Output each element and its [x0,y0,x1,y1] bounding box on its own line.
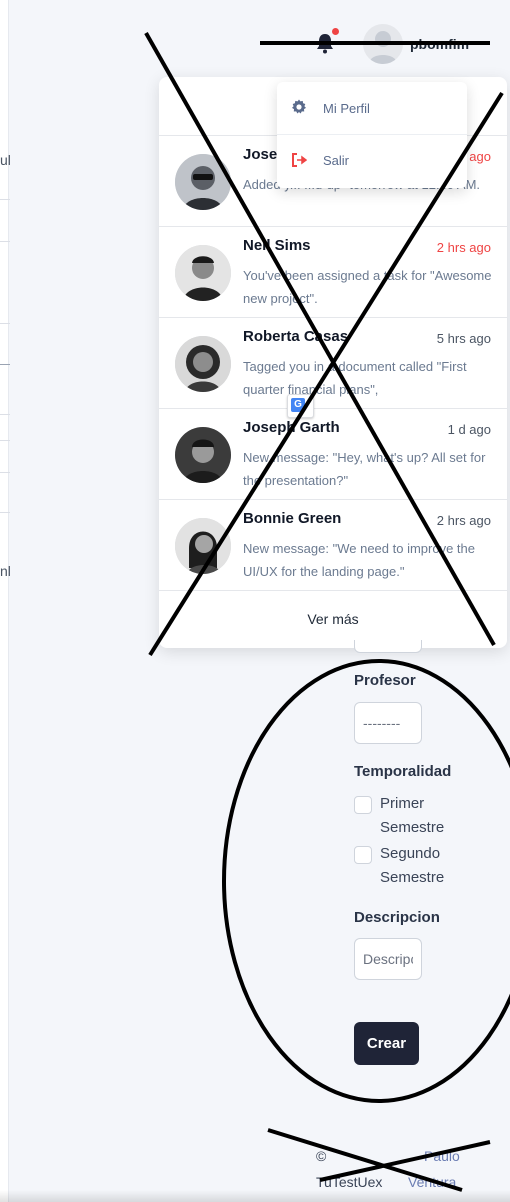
notification-item[interactable]: Bonnie Green 2 hrs ago New message: "We … [159,500,507,591]
primer-semestre-checkbox[interactable] [354,796,372,814]
avatar [175,336,231,392]
view-more-link[interactable]: Ver más [159,591,507,647]
avatar [175,518,231,574]
notification-sender: Neil Sims [243,237,311,254]
create-button[interactable]: Crear [354,1022,419,1065]
segundo-semestre-checkbox[interactable] [354,846,372,864]
notification-dot [332,28,339,35]
notification-time: 2 hrs ago [436,240,491,255]
descripcion-input[interactable] [354,938,422,980]
notification-item[interactable]: Roberta Casas 5 hrs ago Tagged you in a … [159,318,507,409]
bottom-shadow [0,1190,510,1202]
divider [0,414,10,415]
notification-message: You've been assigned a task for "Awesome… [243,268,492,306]
notification-sender: Jose [243,146,278,163]
avatar[interactable] [363,24,403,64]
profile-menu: Mi Perfil Salir [277,82,467,188]
profesor-label: Profesor [354,672,416,689]
divider [0,512,10,513]
divider [0,472,10,473]
footer-author-link[interactable]: Ventura [408,1174,456,1190]
translate-icon[interactable]: G [287,394,314,418]
avatar [175,245,231,301]
divider [0,440,10,441]
notification-sender: Bonnie Green [243,510,342,527]
notification-item[interactable]: Joseph Garth 1 d ago New message: "Hey, … [159,409,507,500]
temporalidad-label: Temporalidad [354,763,452,780]
descripcion-label: Descripcion [354,909,440,926]
notification-message: Tagged you in a document called "First q… [243,359,467,397]
notification-message: New message: "We need to improve the UI/… [243,541,475,579]
menu-item-label: Salir [323,153,350,168]
divider [0,199,10,200]
avatar [175,427,231,483]
notification-sender: Roberta Casas [243,328,349,345]
notification-time: 2 hrs ago [436,513,491,528]
profesor-input[interactable] [354,702,422,744]
bell-icon[interactable] [314,32,336,54]
menu-item-label: Mi Perfil [323,100,370,116]
footer-brand: TuTestUex [316,1174,383,1190]
notification-time: 5 hrs ago [436,331,491,346]
logout-icon [291,152,308,168]
copyright-symbol: © [316,1148,327,1164]
gear-icon [291,99,307,115]
translate-letter: G [291,398,305,412]
segundo-semestre-label: Segundo Semestre [380,845,445,886]
username[interactable]: pbomfim [410,36,469,52]
notification-time: 1 d ago [447,422,491,437]
notification-sender: Joseph Garth [243,419,340,436]
notification-time: ago [469,149,491,164]
notification-message: New message: "Hey, what's up? All set fo… [243,450,486,488]
divider [0,323,10,324]
menu-item-logout[interactable]: Salir [277,134,467,186]
menu-item-profile[interactable]: Mi Perfil [277,82,467,134]
divider [0,364,10,365]
notification-item[interactable]: Neil Sims 2 hrs ago You've been assigned… [159,227,507,318]
background-text-fragment: nl [0,563,11,579]
background-text-fragment: ul [0,152,11,168]
avatar [175,154,231,210]
footer-author-link[interactable]: Paulo [424,1148,460,1164]
previous-field-bottom[interactable] [354,640,422,653]
page-edge [0,0,9,1202]
divider [0,241,10,242]
primer-semestre-label: Primer Semestre [380,795,445,836]
